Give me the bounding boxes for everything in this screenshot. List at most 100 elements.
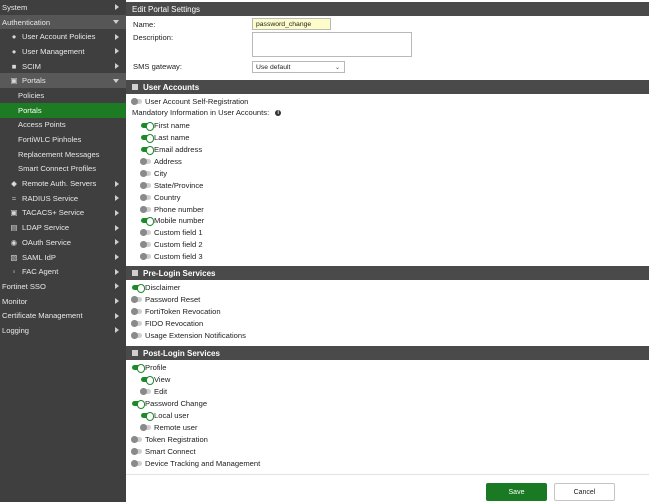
field-address[interactable]: Address xyxy=(140,157,182,166)
toggle-label: First name xyxy=(154,121,190,130)
nav-fortinet-sso[interactable]: Fortinet SSO xyxy=(0,279,126,294)
field-custom-1[interactable]: Custom field 1 xyxy=(140,228,203,237)
field-custom-3[interactable]: Custom field 3 xyxy=(140,252,203,261)
toggle-label: State/Province xyxy=(154,181,204,190)
nav-replacement-messages[interactable]: Replacement Messages xyxy=(0,147,126,162)
nav-tacacs-service[interactable]: ▣ TACACS+ Service xyxy=(0,206,126,221)
field-mobile-number[interactable]: Mobile number xyxy=(141,216,204,226)
pre-usage-extension[interactable]: Usage Extension Notifications xyxy=(131,331,246,340)
toggle-switch[interactable] xyxy=(140,241,151,248)
info-icon[interactable]: i xyxy=(275,109,282,116)
post-login-header[interactable]: Post-Login Services xyxy=(126,346,649,360)
field-phone-number[interactable]: Phone number xyxy=(140,205,204,214)
pre-fido-revocation[interactable]: FIDO Revocation xyxy=(131,319,203,328)
field-city[interactable]: City xyxy=(140,169,168,178)
toggle-switch[interactable] xyxy=(141,412,154,421)
toggle-switch[interactable] xyxy=(140,182,151,189)
toggle-switch[interactable] xyxy=(141,122,154,131)
toggle-switch[interactable] xyxy=(131,436,142,443)
sms-gateway-select[interactable]: Use default ⌄ xyxy=(252,61,345,73)
nav-scim[interactable]: ■ SCIM xyxy=(0,59,126,74)
toggle-switch[interactable] xyxy=(131,332,142,339)
nav-portals[interactable]: ▣ Portals xyxy=(0,73,126,89)
nav-ldap-service[interactable]: ▤ LDAP Service xyxy=(0,220,126,235)
toggle-switch[interactable] xyxy=(140,424,151,431)
nav-portals-sub[interactable]: Portals xyxy=(0,102,126,118)
nav-label: Access Points xyxy=(18,120,66,130)
field-custom-2[interactable]: Custom field 2 xyxy=(140,240,203,249)
self-registration-toggle[interactable]: User Account Self-Registration xyxy=(131,97,248,106)
toggle-switch[interactable] xyxy=(140,388,151,395)
toggle-label: Local user xyxy=(154,411,190,420)
page-title: Edit Portal Settings xyxy=(126,2,649,16)
toggle-switch[interactable] xyxy=(131,320,142,327)
toggle-switch[interactable] xyxy=(140,206,151,213)
post-device-tracking[interactable]: Device Tracking and Management xyxy=(131,459,261,468)
nav-label: Replacement Messages xyxy=(18,149,100,159)
toggle-switch[interactable] xyxy=(140,253,151,260)
toggle-switch[interactable] xyxy=(131,308,142,315)
description-textarea[interactable] xyxy=(252,32,412,57)
pre-login-header[interactable]: Pre-Login Services xyxy=(126,266,649,280)
nav-radius-service[interactable]: ≈ RADIUS Service xyxy=(0,191,126,206)
nav-saml-idp[interactable]: ▧ SAML IdP xyxy=(0,250,126,265)
nav-user-account-policies[interactable]: ● User Account Policies xyxy=(0,29,126,44)
nav-smart-connect-profiles[interactable]: Smart Connect Profiles xyxy=(0,162,126,177)
nav-authentication[interactable]: Authentication xyxy=(0,14,126,30)
field-email-address[interactable]: Email address xyxy=(141,145,202,155)
save-button[interactable]: Save xyxy=(486,483,547,501)
toggle-switch[interactable] xyxy=(140,170,151,177)
toggle-label: Profile xyxy=(145,363,167,372)
nav-label: Monitor xyxy=(2,296,28,306)
toggle-label: City xyxy=(154,169,168,178)
nav-certificate-management[interactable]: Certificate Management xyxy=(0,308,126,323)
toggle-switch[interactable] xyxy=(140,158,151,165)
cancel-button[interactable]: Cancel xyxy=(554,483,615,501)
pre-password-reset[interactable]: Password Reset xyxy=(131,295,200,304)
toggle-switch[interactable] xyxy=(140,229,151,236)
nav-remote-auth-servers[interactable]: ◆ Remote Auth. Servers xyxy=(0,176,126,191)
nav-logging[interactable]: Logging xyxy=(0,323,126,338)
nav-system[interactable]: System xyxy=(0,0,126,15)
name-input[interactable]: password_change xyxy=(252,18,331,30)
field-first-name[interactable]: First name xyxy=(141,121,190,131)
nav-oauth-service[interactable]: ◉ OAuth Service xyxy=(0,235,126,250)
post-profile-edit[interactable]: Edit xyxy=(140,387,167,396)
toggle-label: Custom field 1 xyxy=(154,228,203,237)
nav-fac-agent[interactable]: ▫ FAC Agent xyxy=(0,264,126,279)
toggle-switch[interactable] xyxy=(132,364,145,373)
toggle-switch[interactable] xyxy=(141,217,154,226)
nav-user-management[interactable]: ● User Management xyxy=(0,44,126,59)
field-state-province[interactable]: State/Province xyxy=(140,181,204,190)
nav-label: Remote Auth. Servers xyxy=(22,179,97,189)
toggle-switch[interactable] xyxy=(131,296,142,303)
toggle-switch[interactable] xyxy=(140,194,151,201)
post-profile-view[interactable]: View xyxy=(141,375,170,385)
toggle-switch[interactable] xyxy=(132,400,145,409)
field-country[interactable]: Country xyxy=(140,193,181,202)
field-last-name[interactable]: Last name xyxy=(141,133,189,143)
toggle-label: Device Tracking and Management xyxy=(145,459,261,468)
post-profile[interactable]: Profile xyxy=(132,363,167,373)
post-password-change[interactable]: Password Change xyxy=(132,399,207,409)
toggle-switch[interactable] xyxy=(141,376,154,385)
toggle-switch[interactable] xyxy=(131,98,142,105)
nav-access-points[interactable]: Access Points xyxy=(0,118,126,133)
pre-disclaimer[interactable]: Disclaimer xyxy=(132,283,180,293)
server-icon: ◆ xyxy=(11,179,17,189)
nav-policies[interactable]: Policies xyxy=(0,88,126,103)
post-smart-connect[interactable]: Smart Connect xyxy=(131,447,196,456)
pre-fortitoken-revocation[interactable]: FortiToken Revocation xyxy=(131,307,221,316)
toggle-switch[interactable] xyxy=(131,460,142,467)
toggle-switch[interactable] xyxy=(131,448,142,455)
toggle-switch[interactable] xyxy=(132,284,145,293)
post-remote-user[interactable]: Remote user xyxy=(140,423,197,432)
nav-fortiwlc-pinholes[interactable]: FortiWLC Pinholes xyxy=(0,132,126,147)
user-accounts-header[interactable]: User Accounts xyxy=(126,80,649,94)
toggle-label: Smart Connect xyxy=(145,447,196,456)
post-token-registration[interactable]: Token Registration xyxy=(131,435,208,444)
post-local-user[interactable]: Local user xyxy=(141,411,190,421)
toggle-switch[interactable] xyxy=(141,146,154,155)
toggle-switch[interactable] xyxy=(141,134,154,143)
nav-monitor[interactable]: Monitor xyxy=(0,294,126,309)
